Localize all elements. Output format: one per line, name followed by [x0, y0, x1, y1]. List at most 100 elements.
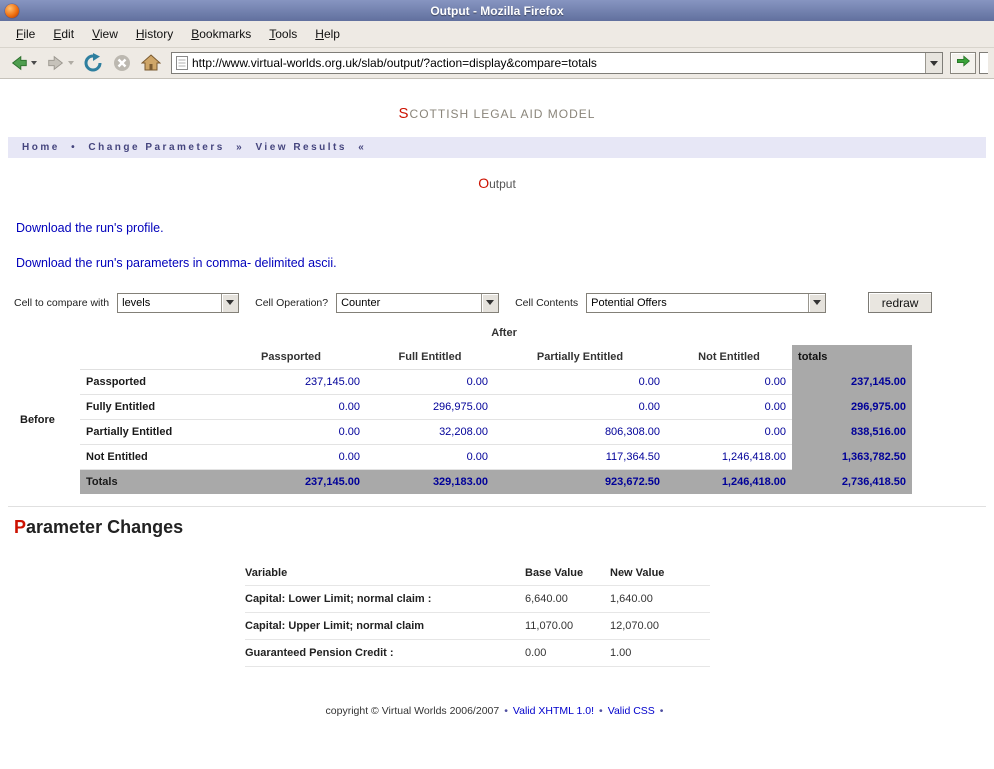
back-icon [9, 53, 29, 73]
chevron-down-icon [930, 61, 938, 66]
breadcrumb-separator: « [358, 142, 366, 153]
site-title-text: COTTISH LEGAL AID MODEL [410, 107, 596, 121]
breadcrumb-separator: » [236, 142, 244, 153]
triangle-icon [486, 300, 494, 305]
results-table: After Passported Full Entitled Partially… [14, 321, 912, 494]
url-dropdown-button[interactable] [925, 53, 942, 73]
totals-row: Totals 237,145.00 329,183.00 923,672.50 … [14, 470, 912, 495]
param-new-value: 1,640.00 [610, 586, 710, 613]
cell-operation-select[interactable]: Counter [336, 293, 499, 313]
forward-icon [46, 53, 66, 73]
parameter-changes-text: arameter Changes [26, 517, 183, 537]
result-cell: 0.00 [666, 420, 792, 445]
page-icon [172, 56, 188, 70]
param-col-variable: Variable [245, 562, 525, 586]
breadcrumb-view-results[interactable]: View Results [255, 142, 347, 153]
url-input[interactable]: http://www.virtual-worlds.org.uk/slab/ou… [188, 56, 925, 70]
param-new-value: 1.00 [610, 640, 710, 667]
result-cell: 32,208.00 [366, 420, 494, 445]
param-header-row: Variable Base Value New Value [245, 562, 710, 586]
forward-dropdown-icon[interactable] [68, 61, 74, 65]
firefox-icon [5, 4, 19, 18]
param-variable: Capital: Lower Limit; normal claim : [245, 586, 525, 613]
row-total-cell: 1,363,782.50 [792, 445, 912, 470]
before-label: Before [14, 370, 80, 470]
compare-with-select[interactable]: levels [117, 293, 239, 313]
cell-contents-select[interactable]: Potential Offers [586, 293, 826, 313]
result-cell: 0.00 [666, 370, 792, 395]
chevron-down-icon[interactable] [221, 294, 238, 312]
parameter-changes-table: Variable Base Value New Value Capital: L… [245, 562, 710, 667]
table-row: Not Entitled 0.00 0.00 117,364.50 1,246,… [14, 445, 912, 470]
menu-help[interactable]: Help [307, 23, 348, 45]
cell-operation-value: Counter [341, 297, 380, 309]
param-new-value: 12,070.00 [610, 613, 710, 640]
valid-xhtml-link[interactable]: Valid XHTML 1.0! [513, 705, 594, 717]
site-title: SCOTTISH LEGAL AID MODEL [0, 105, 994, 122]
compare-with-label: Cell to compare with [14, 297, 109, 309]
col-header-full-entitled: Full Entitled [366, 345, 494, 370]
menu-file[interactable]: File [8, 23, 43, 45]
chevron-down-icon[interactable] [808, 294, 825, 312]
menu-edit[interactable]: Edit [45, 23, 82, 45]
stop-icon [112, 53, 132, 73]
totals-cell: 1,246,418.00 [666, 470, 792, 495]
col-header-partially-entitled: Partially Entitled [494, 345, 666, 370]
breadcrumb-home[interactable]: Home [22, 142, 60, 153]
go-button[interactable] [950, 52, 976, 74]
param-variable: Capital: Upper Limit; normal claim [245, 613, 525, 640]
result-cell: 296,975.00 [366, 395, 494, 420]
breadcrumb-change-parameters[interactable]: Change Parameters [88, 142, 224, 153]
row-label: Fully Entitled [80, 395, 216, 420]
row-total-cell: 838,516.00 [792, 420, 912, 445]
totals-cell: 329,183.00 [366, 470, 494, 495]
valid-css-link[interactable]: Valid CSS [608, 705, 655, 717]
param-row: Capital: Lower Limit; normal claim : 6,6… [245, 586, 710, 613]
page-title: Output [0, 175, 994, 191]
go-icon [955, 53, 971, 74]
search-box-partial[interactable] [979, 52, 988, 74]
browser-window: Output - Mozilla Firefox File Edit View … [0, 0, 994, 769]
download-parameters-link[interactable]: Download the run's parameters in comma- … [16, 256, 994, 270]
row-label: Partially Entitled [80, 420, 216, 445]
menu-view[interactable]: View [84, 23, 126, 45]
home-button[interactable] [138, 51, 164, 75]
col-header-blank [80, 345, 216, 370]
forward-button[interactable] [43, 51, 77, 75]
download-profile-link[interactable]: Download the run's profile. [16, 221, 994, 235]
result-cell: 117,364.50 [494, 445, 666, 470]
menu-history[interactable]: History [128, 23, 181, 45]
url-bar[interactable]: http://www.virtual-worlds.org.uk/slab/ou… [171, 52, 943, 74]
titlebar[interactable]: Output - Mozilla Firefox [0, 0, 994, 21]
section-divider [8, 506, 986, 507]
table-row: Before Passported 237,145.00 0.00 0.00 0… [14, 370, 912, 395]
triangle-icon [226, 300, 234, 305]
footer-separator: • [504, 705, 508, 717]
home-icon [141, 53, 161, 73]
breadcrumb: Home • Change Parameters » View Results … [8, 137, 986, 158]
row-total-cell: 237,145.00 [792, 370, 912, 395]
compare-with-value: levels [122, 297, 150, 309]
redraw-button[interactable]: redraw [868, 292, 932, 313]
result-cell: 0.00 [216, 420, 366, 445]
param-variable: Guaranteed Pension Credit : [245, 640, 525, 667]
param-base-value: 6,640.00 [525, 586, 610, 613]
result-cell: 0.00 [216, 395, 366, 420]
chevron-down-icon[interactable] [481, 294, 498, 312]
reload-icon [83, 53, 103, 73]
totals-row-label: Totals [80, 470, 216, 495]
cell-contents-value: Potential Offers [591, 297, 667, 309]
reload-button[interactable] [80, 51, 106, 75]
cell-operation-label: Cell Operation? [255, 297, 328, 309]
menubar: File Edit View History Bookmarks Tools H… [0, 21, 994, 48]
back-dropdown-icon[interactable] [31, 61, 37, 65]
stop-button[interactable] [109, 51, 135, 75]
back-button[interactable] [6, 51, 40, 75]
after-label: After [216, 321, 792, 345]
column-header-row: Passported Full Entitled Partially Entit… [14, 345, 912, 370]
menu-bookmarks[interactable]: Bookmarks [183, 23, 259, 45]
grand-total-cell: 2,736,418.50 [792, 470, 912, 495]
menu-tools[interactable]: Tools [261, 23, 305, 45]
footer-separator: • [599, 705, 603, 717]
col-header-totals: totals [792, 345, 912, 370]
